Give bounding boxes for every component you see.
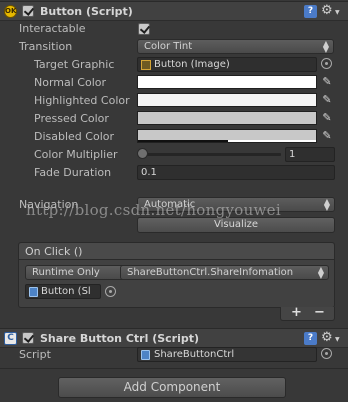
object-picker-icon[interactable] [105, 286, 116, 297]
fade-duration-field[interactable]: 0.1 [137, 165, 335, 180]
object-picker-icon[interactable] [321, 58, 332, 69]
color-multiplier-slider-track[interactable] [140, 153, 281, 156]
runtime-value: Runtime Only [32, 267, 100, 278]
button-component-header[interactable]: OK Button (Script) ? ⚙ ▼ [0, 1, 348, 21]
target-object-field[interactable]: Button (Sl [25, 284, 101, 299]
alpha-bar [138, 140, 228, 142]
gear-dropdown-arrow-icon: ▼ [335, 336, 340, 343]
add-component-button[interactable]: Add Component [58, 377, 286, 398]
gear-icon[interactable]: ⚙ [321, 330, 333, 345]
color-multiplier-field[interactable]: 1 [285, 147, 335, 162]
share-component-header[interactable]: C Share Button Ctrl (Script) ? ⚙ ▼ [0, 328, 348, 348]
dropdown-arrows-icon: ▲▼ [317, 265, 324, 280]
on-click-footer [280, 307, 335, 321]
disabled-color-swatch[interactable] [137, 129, 317, 143]
transition-label: Transition [19, 40, 73, 53]
share-component-title: Share Button Ctrl (Script) [40, 332, 200, 345]
visualize-button[interactable]: Visualize [137, 217, 335, 233]
transition-value: Color Tint [144, 41, 193, 52]
script-icon [29, 287, 38, 297]
eyedropper-icon[interactable]: ✎ [320, 93, 334, 107]
dropdown-arrows-icon: ▲▼ [323, 197, 330, 212]
help-icon[interactable]: ? [304, 332, 317, 345]
on-click-panel: On Click () Runtime Only ▲▼ ShareButtonC… [18, 242, 335, 308]
object-picker-icon[interactable] [321, 348, 332, 359]
script-icon [141, 350, 150, 360]
pressed-color-swatch[interactable] [137, 111, 317, 125]
color-multiplier-slider-handle[interactable] [137, 148, 148, 159]
pressed-color-label: Pressed Color [34, 112, 109, 125]
remove-listener-button[interactable]: − [314, 305, 325, 320]
color-multiplier-value: 1 [289, 149, 296, 160]
highlighted-color-swatch[interactable] [137, 93, 317, 107]
csharp-script-icon: C [4, 332, 17, 345]
eyedropper-icon[interactable]: ✎ [320, 111, 334, 125]
runtime-dropdown[interactable]: Runtime Only ▲▼ [25, 265, 134, 280]
disabled-color-label: Disabled Color [34, 130, 115, 143]
target-graphic-field[interactable]: Button (Image) [137, 57, 317, 72]
normal-color-label: Normal Color [34, 76, 107, 89]
target-graphic-label: Target Graphic [34, 58, 115, 71]
ok-badge-icon: OK [4, 5, 17, 18]
share-enabled-checkbox[interactable] [22, 332, 34, 344]
script-field: ShareButtonCtrl [137, 347, 317, 362]
target-graphic-value: Button (Image) [154, 59, 230, 70]
navigation-value: Automatic [144, 199, 196, 210]
image-component-icon [141, 60, 151, 70]
eyedropper-icon[interactable]: ✎ [320, 129, 334, 143]
target-object-value: Button (Sl [41, 286, 91, 297]
dropdown-arrows-icon: ▲▼ [322, 39, 329, 54]
normal-color-swatch[interactable] [137, 75, 317, 89]
fade-duration-value: 0.1 [141, 167, 157, 178]
script-value: ShareButtonCtrl [154, 349, 235, 360]
eyedropper-icon[interactable]: ✎ [320, 75, 334, 89]
alpha-bar-white [228, 140, 316, 142]
script-label: Script [19, 348, 51, 361]
interactable-checkbox[interactable] [138, 23, 150, 35]
on-click-header: On Click () [25, 245, 83, 258]
gear-icon[interactable]: ⚙ [321, 3, 333, 18]
interactable-label: Interactable [19, 22, 86, 35]
fade-duration-label: Fade Duration [34, 166, 112, 179]
highlighted-color-label: Highlighted Color [34, 94, 130, 107]
navigation-label: Navigation [19, 198, 79, 211]
gear-dropdown-arrow-icon: ▼ [335, 9, 340, 16]
transition-dropdown[interactable]: Color Tint ▲ ▼ [137, 39, 334, 54]
button-enabled-checkbox[interactable] [22, 5, 34, 17]
color-multiplier-label: Color Multiplier [34, 148, 118, 161]
navigation-dropdown[interactable]: Automatic ▲ ▼ [137, 197, 335, 212]
divider [0, 368, 348, 369]
function-value: ShareButtonCtrl.ShareInfomation [127, 267, 294, 278]
button-component-title: Button (Script) [40, 5, 133, 18]
add-listener-button[interactable]: + [291, 305, 302, 320]
help-icon[interactable]: ? [304, 5, 317, 18]
function-dropdown[interactable]: ShareButtonCtrl.ShareInfomation ▲ ▼ [120, 265, 329, 280]
